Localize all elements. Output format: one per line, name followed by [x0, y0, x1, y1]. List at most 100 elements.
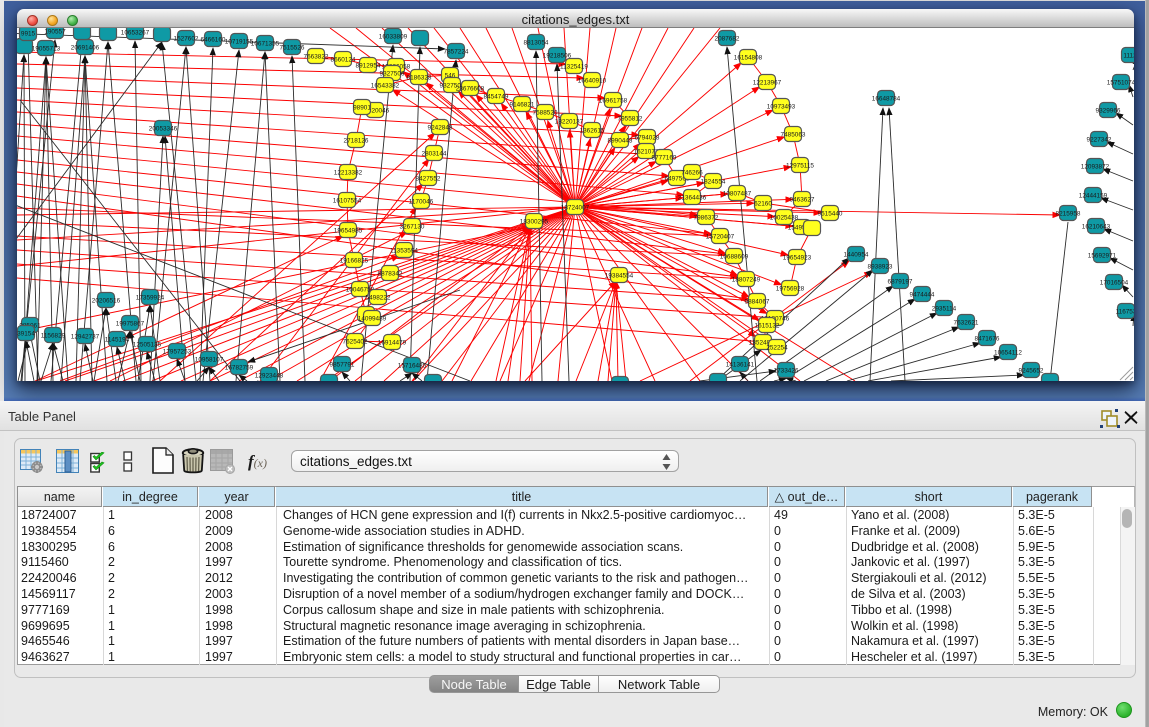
svg-text:20206516: 20206516 — [92, 297, 121, 304]
svg-text:8427552: 8427552 — [416, 175, 441, 182]
svg-text:8912954: 8912954 — [356, 62, 381, 69]
svg-text:16914479: 16914479 — [378, 339, 407, 346]
svg-text:9474444: 9474444 — [910, 291, 935, 298]
svg-text:116753: 116753 — [1116, 308, 1134, 315]
svg-text:10671355: 10671355 — [251, 40, 280, 47]
svg-text:9915: 9915 — [21, 30, 36, 37]
svg-text:12213382: 12213382 — [334, 169, 363, 176]
svg-text:16640910: 16640910 — [578, 77, 607, 84]
svg-text:21364436: 21364436 — [678, 194, 707, 201]
svg-text:19654985: 19654985 — [334, 227, 363, 234]
svg-text:18220137: 18220137 — [555, 118, 584, 125]
svg-text:10958107: 10958107 — [195, 356, 224, 363]
svg-text:11353594: 11353594 — [390, 247, 418, 254]
svg-text:1362615: 1362615 — [580, 127, 605, 134]
svg-text:11325419: 11325419 — [560, 63, 588, 70]
svg-text:16210643: 16210643 — [1082, 223, 1111, 230]
svg-text:19055713: 19055713 — [32, 45, 61, 52]
svg-text:10807487: 10807487 — [723, 190, 752, 197]
svg-text:10688609: 10688609 — [720, 253, 749, 260]
svg-text:7515526: 7515526 — [280, 44, 305, 51]
svg-text:9515440: 9515440 — [818, 210, 843, 217]
svg-text:98901: 98901 — [353, 104, 371, 111]
svg-text:9329966: 9329966 — [1096, 107, 1121, 114]
svg-text:9777169: 9777169 — [652, 154, 677, 161]
svg-text:1733426: 1733426 — [774, 367, 799, 374]
svg-text:12093872: 12093872 — [1081, 163, 1110, 170]
svg-text:2087682: 2087682 — [715, 35, 740, 42]
svg-text:8660124: 8660124 — [331, 56, 356, 63]
svg-text:19756928: 19756928 — [776, 285, 805, 292]
svg-text:9146821: 9146821 — [510, 101, 535, 108]
svg-text:1527602: 1527602 — [174, 35, 199, 42]
svg-text:7588520: 7588520 — [533, 109, 558, 116]
svg-text:5498222: 5498222 — [366, 294, 391, 301]
svg-text:12444159: 12444159 — [1079, 192, 1108, 199]
svg-text:20691406: 20691406 — [71, 44, 100, 51]
svg-text:2935114: 2935114 — [932, 305, 957, 312]
svg-text:39154: 39154 — [17, 330, 35, 337]
svg-text:16033809: 16033809 — [379, 33, 408, 40]
svg-text:9327506: 9327506 — [380, 70, 405, 77]
svg-text:2803144: 2803144 — [422, 150, 447, 157]
svg-text:8454749: 8454749 — [484, 93, 509, 100]
svg-text:16543382: 16543382 — [371, 82, 400, 89]
svg-text:12923448: 12923448 — [255, 372, 284, 379]
svg-text:15692971: 15692971 — [1088, 252, 1117, 259]
svg-text:7857224: 7857224 — [444, 48, 469, 55]
svg-text:8938923: 8938923 — [868, 263, 893, 270]
svg-text:19975867: 19975867 — [116, 320, 145, 327]
svg-text:19218506: 19218506 — [543, 52, 572, 59]
svg-text:6794028: 6794028 — [635, 134, 660, 141]
svg-text:16648784: 16648784 — [872, 95, 901, 102]
svg-text:1615132: 1615132 — [755, 322, 780, 329]
svg-text:7485063: 7485063 — [781, 131, 806, 138]
svg-text:7625402: 7625402 — [343, 338, 368, 345]
svg-text:3267130: 3267130 — [400, 223, 425, 230]
svg-text:7986372: 7986372 — [694, 214, 719, 221]
svg-text:1824554: 1824554 — [701, 178, 726, 185]
svg-text:9463627: 9463627 — [790, 196, 815, 203]
svg-text:14136141: 14136141 — [726, 361, 755, 368]
svg-text:19654923: 19654923 — [783, 254, 812, 261]
svg-text:14099489: 14099489 — [358, 315, 387, 322]
svg-text:2718126: 2718126 — [344, 137, 369, 144]
svg-text:8990443: 8990443 — [608, 137, 633, 144]
svg-text:19166825: 19166825 — [340, 257, 369, 264]
svg-text:18807249: 18807249 — [732, 276, 761, 283]
svg-text:1440954: 1440954 — [844, 251, 869, 258]
svg-text:746266: 746266 — [681, 169, 703, 176]
svg-text:9884067: 9884067 — [745, 298, 770, 305]
svg-text:18300295: 18300295 — [520, 218, 549, 225]
svg-text:12975115: 12975115 — [786, 162, 814, 169]
svg-text:16961758: 16961758 — [599, 97, 628, 104]
svg-text:1112: 1112 — [1123, 52, 1134, 59]
svg-text:7955812: 7955812 — [618, 115, 643, 122]
svg-text:1145194: 1145194 — [105, 336, 130, 343]
svg-text:12213967: 12213967 — [753, 79, 782, 86]
svg-text:16782759: 16782759 — [225, 364, 254, 371]
svg-text:8215958: 8215958 — [1056, 210, 1081, 217]
svg-text:16107554: 16107554 — [333, 197, 362, 204]
svg-text:15716485: 15716485 — [398, 362, 427, 369]
svg-text:10719155: 10719155 — [225, 38, 254, 45]
svg-text:10654112: 10654112 — [994, 349, 1022, 356]
svg-text:23676608: 23676608 — [456, 85, 485, 92]
svg-text:19384554: 19384554 — [605, 272, 634, 279]
svg-text:6879197: 6879197 — [888, 278, 913, 285]
svg-text:17359924: 17359924 — [136, 294, 165, 301]
svg-text:10973493: 10973493 — [767, 103, 796, 110]
svg-text:8471676: 8471676 — [975, 335, 1000, 342]
svg-text:12942737: 12942737 — [71, 333, 100, 340]
svg-text:9227342: 9227342 — [1087, 136, 1112, 143]
svg-text:190557: 190557 — [44, 28, 66, 35]
svg-text:1170046: 1170046 — [409, 198, 434, 205]
svg-text:62160: 62160 — [754, 200, 772, 207]
svg-text:9242848: 9242848 — [428, 124, 453, 131]
svg-text:16154808: 16154808 — [734, 54, 763, 61]
svg-text:15720407: 15720407 — [706, 233, 735, 240]
svg-text:10653267: 10653267 — [121, 29, 150, 36]
svg-text:18724007: 18724007 — [561, 204, 590, 211]
svg-text:15751074: 15751074 — [1107, 79, 1134, 86]
svg-text:9857791: 9857791 — [330, 361, 355, 368]
